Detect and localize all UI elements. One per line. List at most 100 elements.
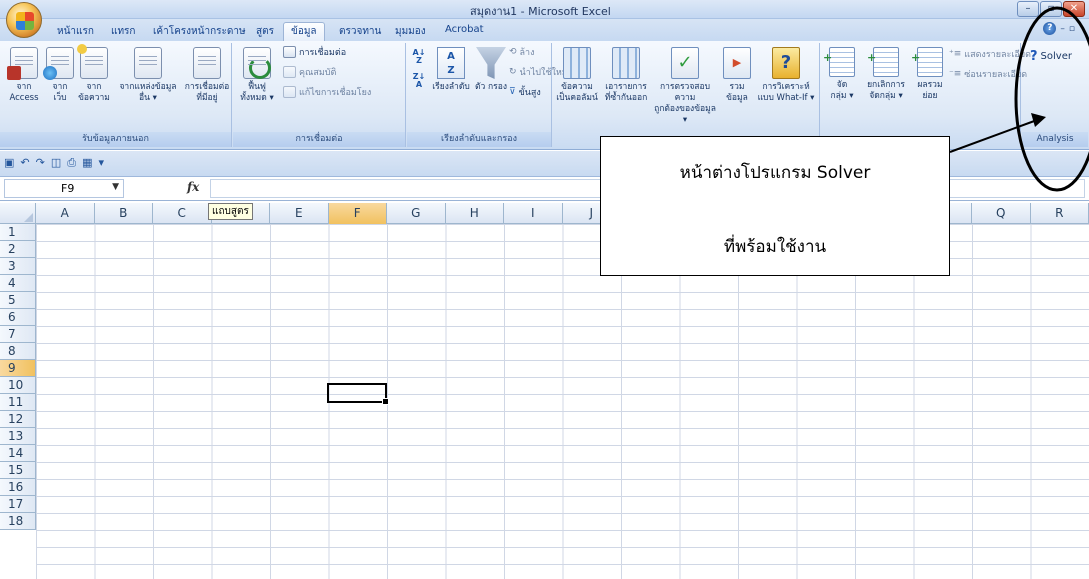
chart-icon[interactable]: ▦ — [82, 156, 92, 170]
hide-detail-button[interactable]: ⁻≡ ซ่อนรายละเอียด — [949, 67, 1027, 81]
data-validation-button[interactable]: การตรวจสอบความ ถูกต้องของข้อมูล ▾ — [651, 47, 719, 126]
column-header-g[interactable]: G — [387, 203, 446, 224]
row-header-11[interactable]: 11 — [0, 394, 36, 411]
help-icon[interactable]: ? — [1043, 22, 1057, 35]
tab-view[interactable]: มุมมอง — [388, 23, 433, 40]
ribbon-tabs: หน้าแรก แทรก เค้าโครงหน้ากระดาษ สูตร ข้อ… — [0, 19, 1089, 42]
group-label-sort-filter: เรียงลำดับและกรอง — [407, 132, 551, 147]
customize-toolbar-icon[interactable]: ▾ — [98, 156, 104, 170]
subtotal-button[interactable]: ผลรวม ย่อย — [911, 47, 947, 102]
name-box[interactable]: F9 ▼ — [4, 179, 124, 198]
tab-review[interactable]: ตรวจทาน — [332, 23, 388, 40]
tab-insert[interactable]: แทรก — [104, 23, 142, 40]
row-header-18[interactable]: 18 — [0, 513, 36, 530]
what-if-analysis-button[interactable]: การวิเคราะห์ แบบ What-If ▾ — [755, 47, 817, 104]
row-header-4[interactable]: 4 — [0, 275, 36, 292]
column-header-i[interactable]: I — [504, 203, 563, 224]
column-header-b[interactable]: B — [95, 203, 153, 224]
filter-button[interactable]: ตัว กรอง — [473, 47, 509, 93]
hide-detail-icon: ⁻≡ — [949, 69, 962, 79]
tab-page-layout[interactable]: เค้าโครงหน้ากระดาษ — [146, 23, 253, 40]
remove-duplicates-icon — [612, 47, 640, 79]
ribbon-minimize-icon[interactable]: – — [1060, 24, 1065, 34]
refresh-icon — [243, 47, 271, 79]
minimize-button[interactable]: – — [1017, 1, 1039, 17]
text-to-columns-button[interactable]: ข้อความ เป็นคอลัมน์ — [553, 47, 601, 104]
sort-az-za: A↓ Z Z↓ A — [411, 49, 427, 91]
advanced-filter-button[interactable]: ⊽ ขั้นสูง — [509, 85, 541, 99]
maximize-button[interactable]: ▫ — [1040, 1, 1062, 17]
chevron-down-icon[interactable]: ▼ — [112, 182, 119, 192]
row-header-2[interactable]: 2 — [0, 241, 36, 258]
sort-ascending-icon[interactable]: A↓ Z — [411, 49, 427, 67]
tab-home[interactable]: หน้าแรก — [50, 23, 101, 40]
print-preview-icon[interactable]: ◫ — [51, 156, 61, 170]
active-cell[interactable] — [327, 383, 389, 405]
refresh-all-button[interactable]: ฟื้นฟู ทั้งหมด ▾ — [235, 47, 279, 104]
consolidate-button[interactable]: รวม ข้อมูล — [721, 47, 753, 104]
row-header-7[interactable]: 7 — [0, 326, 36, 343]
group-external-data: จาก Access จาก เว็บ จาก ข้อความ จากแหล่ง… — [0, 43, 232, 147]
office-button[interactable] — [6, 2, 42, 38]
group-label-analysis: Analysis — [1022, 132, 1088, 147]
undo-icon[interactable]: ↶ — [20, 156, 29, 170]
existing-connections-button[interactable]: การเชื่อมต่อ ที่มีอยู่ — [184, 47, 230, 104]
column-header-e[interactable]: E — [270, 203, 329, 224]
properties-button[interactable]: คุณสมบัติ — [283, 65, 336, 79]
column-header-a[interactable]: A — [36, 203, 95, 224]
connections-button[interactable]: การเชื่อมต่อ — [283, 45, 346, 59]
column-header-f[interactable]: F — [328, 203, 387, 224]
group-icon — [823, 47, 855, 77]
row-header-3[interactable]: 3 — [0, 258, 36, 275]
row-header-12[interactable]: 12 — [0, 411, 36, 428]
row-header-1[interactable]: 1 — [0, 224, 36, 241]
row-header-16[interactable]: 16 — [0, 479, 36, 496]
ungroup-button[interactable]: ยกเลิกการ จัดกลุ่ม ▾ — [861, 47, 911, 102]
row-header-8[interactable]: 8 — [0, 343, 36, 360]
column-header-c[interactable]: C — [153, 203, 212, 224]
ribbon: จาก Access จาก เว็บ จาก ข้อความ จากแหล่ง… — [0, 41, 1089, 150]
solver-icon: ? — [1030, 49, 1038, 64]
row-header-9[interactable]: 9 — [0, 360, 36, 377]
group-rows-button[interactable]: จัด กลุ่ม ▾ — [823, 47, 859, 102]
edit-links-button[interactable]: แก้ไขการเชื่อมโยง — [283, 85, 371, 99]
row-header-5[interactable]: 5 — [0, 292, 36, 309]
consolidate-icon — [723, 47, 751, 79]
tab-formulas[interactable]: สูตร — [249, 23, 281, 40]
row-header-13[interactable]: 13 — [0, 428, 36, 445]
column-header-r[interactable]: R — [1031, 203, 1089, 224]
ribbon-restore-icon[interactable]: ▫ — [1069, 24, 1075, 34]
window-title: สมุดงาน1 - Microsoft Excel — [470, 5, 611, 18]
from-other-sources-button[interactable]: จากแหล่งข้อมูล อื่น ▾ — [116, 47, 180, 104]
from-text-button[interactable]: จาก ข้อความ — [72, 44, 116, 104]
row-header-10[interactable]: 10 — [0, 377, 36, 394]
reapply-icon: ↻ — [509, 67, 517, 77]
other-sources-icon — [134, 47, 162, 79]
row-header-15[interactable]: 15 — [0, 462, 36, 479]
row-header-17[interactable]: 17 — [0, 496, 36, 513]
existing-connections-icon — [193, 47, 221, 79]
function-icon[interactable]: fx — [187, 180, 199, 194]
remove-duplicates-button[interactable]: เอารายการ ที่ซ้ำกันออก — [601, 47, 651, 104]
column-header-h[interactable]: H — [446, 203, 504, 224]
print-icon[interactable]: ⎙ — [67, 156, 76, 170]
redo-icon[interactable]: ↷ — [36, 156, 45, 170]
tab-acrobat[interactable]: Acrobat — [438, 23, 491, 36]
callout-text-line2: ที่พร้อมใช้งาน — [723, 237, 827, 257]
column-header-q[interactable]: Q — [972, 203, 1031, 224]
show-detail-button[interactable]: ⁺≡ แสดงรายละเอียด — [949, 47, 1031, 61]
group-label-external-data: รับข้อมูลภายนอก — [0, 132, 231, 147]
callout-text-line1: หน้าต่างโปรแกรม Solver — [679, 163, 871, 183]
sort-button[interactable]: AZ เรียงลำดับ — [431, 47, 471, 93]
row-header-14[interactable]: 14 — [0, 445, 36, 462]
worksheet-cells[interactable] — [36, 224, 1089, 579]
select-all-button[interactable] — [0, 203, 36, 224]
close-button[interactable]: ✕ — [1063, 1, 1085, 17]
row-header-6[interactable]: 6 — [0, 309, 36, 326]
sort-descending-icon[interactable]: Z↓ A — [411, 73, 427, 91]
clear-filter-button[interactable]: ⟲ ล้าง — [509, 45, 535, 59]
save-icon[interactable]: ▣ — [4, 156, 14, 170]
group-label-connections: การเชื่อมต่อ — [233, 132, 405, 147]
solver-button[interactable]: ? Solver — [1030, 49, 1072, 64]
tab-data[interactable]: ข้อมูล — [283, 22, 325, 42]
